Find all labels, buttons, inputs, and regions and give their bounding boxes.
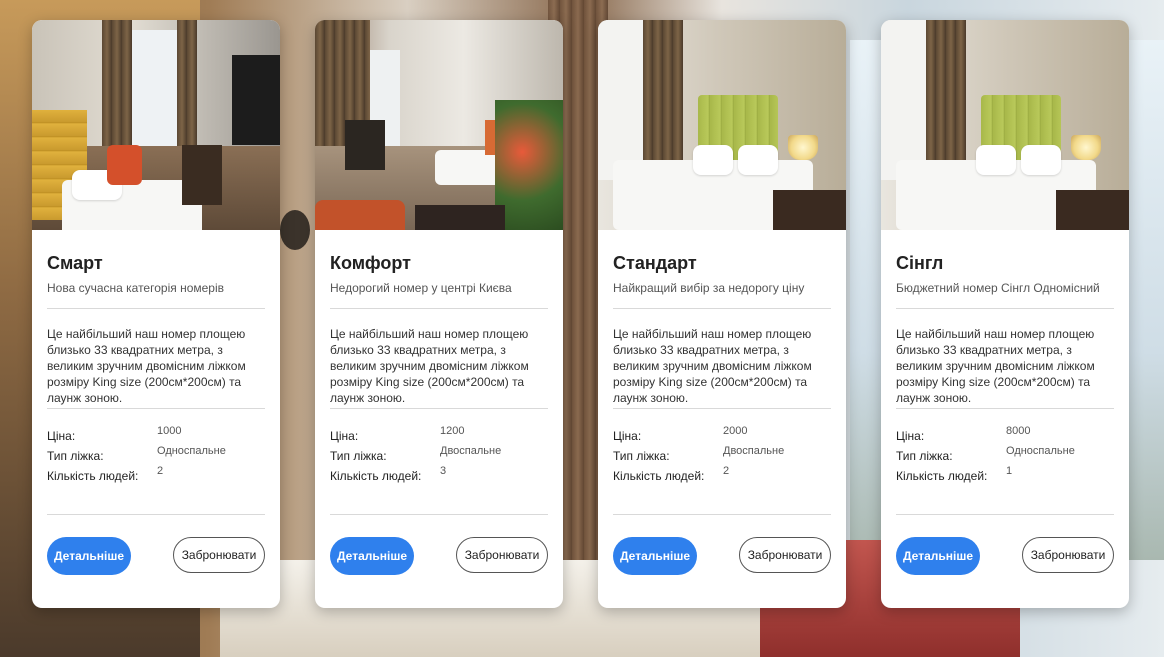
divider: [47, 408, 265, 409]
people-value: 3: [440, 465, 447, 477]
people-label: Кількість людей:: [896, 469, 988, 483]
room-description: Це найбільший наш номер площею близько 3…: [613, 327, 812, 405]
bed-type-value: Односпальне: [1006, 445, 1075, 457]
room-card-standard: Стандарт Найкращий вибір за недорогу цін…: [598, 20, 846, 608]
price-label: Ціна:: [330, 429, 359, 443]
room-card-comfort: Комфорт Недорогий номер у центрі Києва Ц…: [315, 20, 563, 608]
price-value: 1200: [440, 425, 465, 437]
book-button[interactable]: Забронювати: [739, 537, 831, 573]
price-label: Ціна:: [47, 429, 76, 443]
divider: [330, 308, 548, 309]
price-value: 8000: [1006, 425, 1031, 437]
divider: [47, 308, 265, 309]
people-value: 2: [723, 465, 730, 477]
room-photo: [598, 20, 846, 230]
room-specs: Ціна: 8000 Тип ліжка: Односпальне Кількіст…: [896, 425, 1114, 503]
bed-type-value: Двоспальне: [440, 445, 502, 457]
bed-type-value: Односпальне: [157, 445, 226, 457]
bed-type-label: Тип ліжка:: [47, 449, 104, 463]
room-photo: [315, 20, 563, 230]
room-photo: [32, 20, 280, 230]
book-button[interactable]: Забронювати: [456, 537, 548, 573]
people-label: Кількість людей:: [330, 469, 422, 483]
divider: [330, 514, 548, 515]
room-subtitle: Бюджетний номер Сінгл Одномісний: [896, 281, 1100, 295]
details-button[interactable]: Детальніше: [613, 537, 697, 575]
people-label: Кількість людей:: [613, 469, 705, 483]
room-specs: Ціна: 1000 Тип ліжка: Односпальне Кількіст…: [47, 425, 265, 503]
room-title: Стандарт: [613, 253, 697, 273]
room-subtitle: Недорогий номер у центрі Києва: [330, 281, 512, 295]
divider: [613, 408, 831, 409]
divider: [613, 308, 831, 309]
bed-type-label: Тип ліжка:: [613, 449, 670, 463]
price-value: 2000: [723, 425, 748, 437]
divider: [47, 514, 265, 515]
book-button[interactable]: Забронювати: [1022, 537, 1114, 573]
details-button[interactable]: Детальніше: [47, 537, 131, 575]
room-description: Це найбільший наш номер площею близько 3…: [47, 327, 246, 405]
bed-type-label: Тип ліжка:: [330, 449, 387, 463]
room-description: Це найбільший наш номер площею близько 3…: [330, 327, 529, 405]
room-card-single: Сінгл Бюджетний номер Сінгл Одномісний Ц…: [881, 20, 1129, 608]
divider: [896, 408, 1114, 409]
price-label: Ціна:: [896, 429, 925, 443]
divider: [330, 408, 548, 409]
divider: [896, 308, 1114, 309]
room-specs: Ціна: 1200 Тип ліжка: Двоспальне Кількість…: [330, 425, 548, 503]
room-specs: Ціна: 2000 Тип ліжка: Двоспальне Кількість…: [613, 425, 831, 503]
details-button[interactable]: Детальніше: [896, 537, 980, 575]
people-value: 1: [1006, 465, 1013, 477]
room-subtitle: Найкращий вибір за недорогу ціну: [613, 281, 805, 295]
room-title: Смарт: [47, 253, 103, 273]
price-label: Ціна:: [613, 429, 642, 443]
divider: [896, 514, 1114, 515]
details-button[interactable]: Детальніше: [330, 537, 414, 575]
bed-type-value: Двоспальне: [723, 445, 785, 457]
room-card-smart: Смарт Нова сучасна категорія номерів Це …: [32, 20, 280, 608]
bed-type-label: Тип ліжка:: [896, 449, 953, 463]
room-photo: [881, 20, 1129, 230]
price-value: 1000: [157, 425, 182, 437]
room-title: Сінгл: [896, 253, 944, 273]
room-title: Комфорт: [330, 253, 411, 273]
people-label: Кількість людей:: [47, 469, 139, 483]
divider: [613, 514, 831, 515]
room-description: Це найбільший наш номер площею близько 3…: [896, 327, 1095, 405]
room-subtitle: Нова сучасна категорія номерів: [47, 281, 225, 295]
people-value: 2: [157, 465, 164, 477]
book-button[interactable]: Забронювати: [173, 537, 265, 573]
